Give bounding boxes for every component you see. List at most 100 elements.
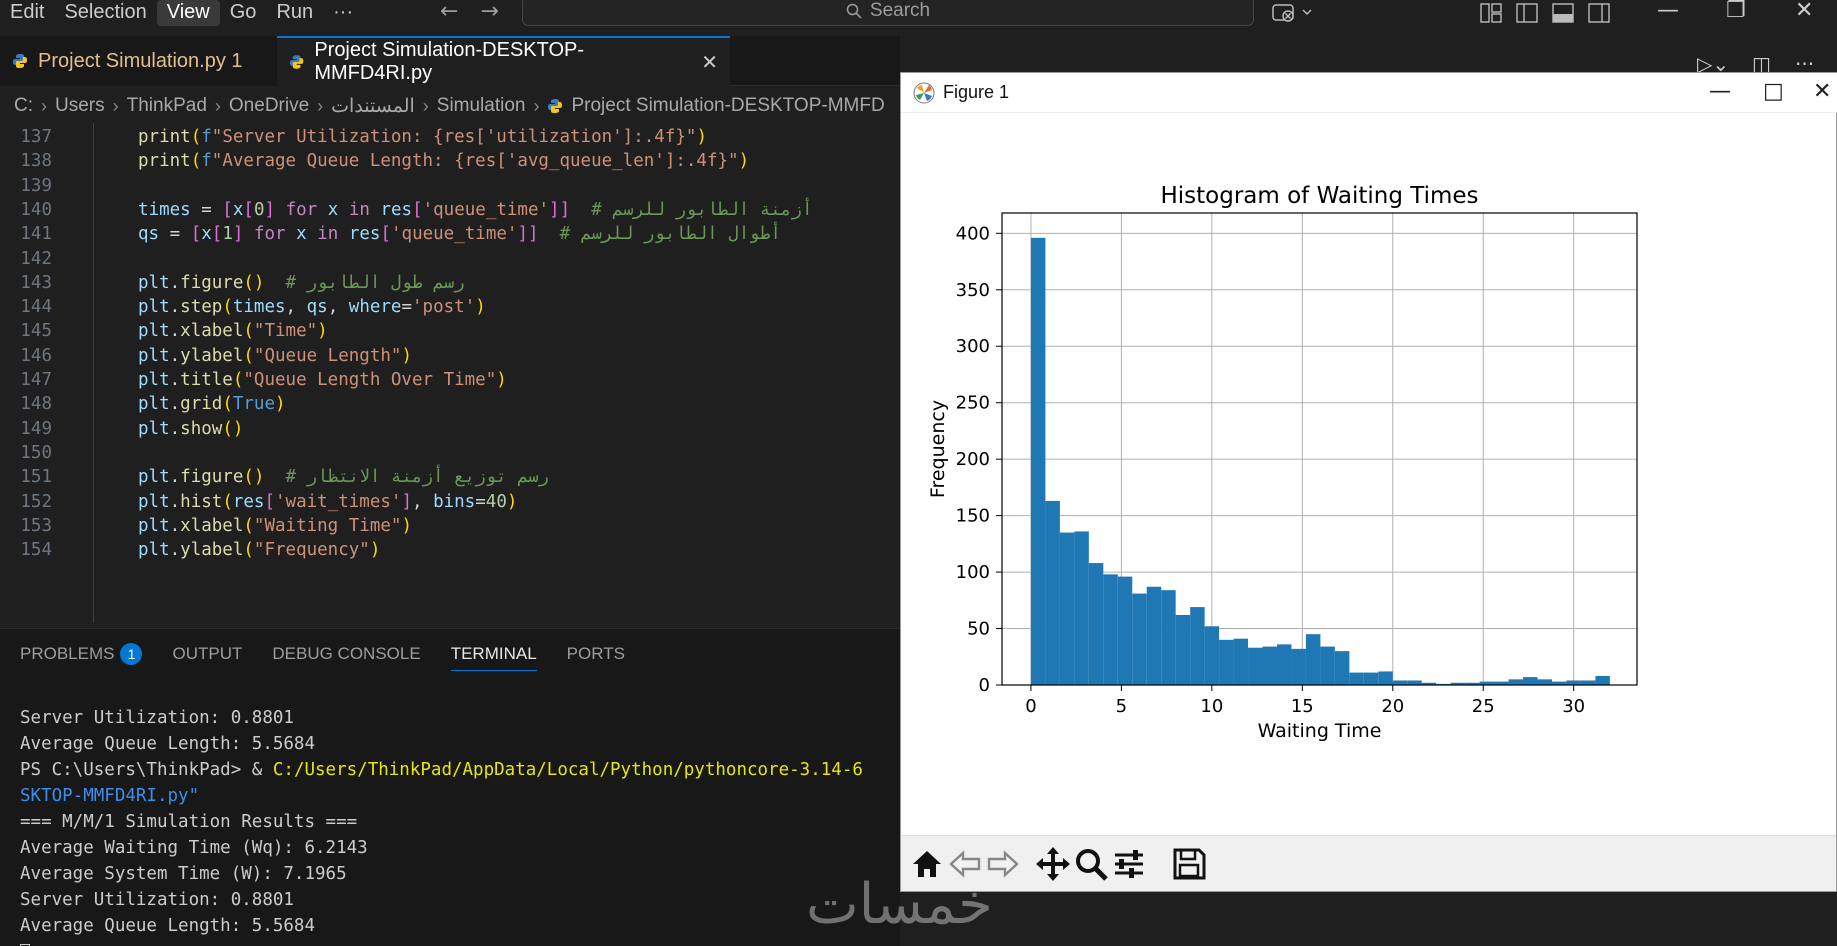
menu-selection[interactable]: Selection <box>54 0 156 26</box>
chevron-right-icon: › <box>214 95 221 116</box>
y-tick-label: 50 <box>967 619 990 640</box>
restore-icon[interactable]: ❐ <box>1726 0 1746 22</box>
terminal-line: SKTOP-MMFD4RI.py" <box>20 786 200 806</box>
toggle-panel-icon[interactable] <box>1552 3 1574 23</box>
y-tick-label: 250 <box>956 393 990 414</box>
toggle-sidebar-icon[interactable] <box>1516 3 1538 23</box>
histogram-bar <box>1349 672 1364 685</box>
configure-icon[interactable] <box>1109 844 1149 884</box>
figure-minimize-icon[interactable]: — <box>1709 79 1731 104</box>
chevron-right-icon: › <box>41 95 47 116</box>
figure-title-bar: Figure 1 — □ ✕ <box>901 73 1837 113</box>
terminal-line: Average Queue Length: 5.5684 <box>20 916 316 936</box>
bottom-panel: PROBLEMS 1 OUTPUT DEBUG CONSOLE TERMINAL … <box>0 628 900 946</box>
breadcrumb-users[interactable]: Users <box>55 95 105 117</box>
line-code: plt.ylabel("Frequency") <box>138 540 381 561</box>
menu-run[interactable]: Run <box>266 0 323 26</box>
menu-view[interactable]: View <box>156 0 220 26</box>
x-tick-label: 10 <box>1200 696 1223 717</box>
histogram-bar <box>1117 576 1133 685</box>
breadcrumb-onedrive[interactable]: OneDrive <box>229 95 309 117</box>
histogram-bar <box>1276 644 1292 685</box>
tab-debug-console[interactable]: DEBUG CONSOLE <box>272 643 420 671</box>
terminal-cursor-line <box>20 939 863 946</box>
y-tick-label: 200 <box>956 449 990 470</box>
histogram-bar <box>1291 648 1306 685</box>
pan-icon[interactable] <box>1033 844 1073 884</box>
problems-count-badge: 1 <box>120 643 143 665</box>
search-input[interactable]: Search <box>522 0 1254 26</box>
tab-terminal[interactable]: TERMINAL <box>450 643 537 671</box>
histogram-chart[interactable]: 0 5 10 15 20 25 30050100150200250300350400 His… <box>901 114 1836 814</box>
histogram-bar <box>1219 639 1234 685</box>
terminal-command: C:/Users/ThinkPad/AppData/Local/Python/p… <box>272 760 863 780</box>
y-tick-label: 150 <box>956 506 990 527</box>
matplotlib-logo-icon <box>913 82 935 104</box>
breadcrumb-thinkpad[interactable]: ThinkPad <box>127 95 207 117</box>
back-icon[interactable] <box>945 844 985 884</box>
terminal-output[interactable]: Server Utilization: 0.8801 Average Queue… <box>20 705 863 946</box>
menu-more[interactable]: ··· <box>323 0 363 26</box>
customize-layout-icon[interactable] <box>1480 3 1502 23</box>
forward-icon[interactable] <box>983 844 1023 884</box>
search-placeholder: Search <box>869 0 931 21</box>
histogram-bar <box>1566 680 1581 685</box>
code-editor[interactable]: 137 print(f"Server Utilization: {res['uti… <box>0 123 900 623</box>
menu-edit[interactable]: Edit <box>0 0 54 26</box>
menu-go[interactable]: Go <box>220 0 267 26</box>
line-number: 154 <box>20 540 52 561</box>
close-icon[interactable]: ✕ <box>1795 0 1813 22</box>
zoom-icon[interactable] <box>1071 844 1111 884</box>
chart-title: Histogram of Waiting Times <box>1160 183 1478 209</box>
breadcrumb-simulation[interactable]: Simulation <box>437 95 526 117</box>
y-tick-label: 0 <box>979 675 990 696</box>
minimize-icon[interactable]: — <box>1657 0 1679 22</box>
forward-arrow-icon[interactable]: → <box>480 0 498 24</box>
chevron-right-icon: › <box>422 95 429 116</box>
figure-close-icon[interactable]: ✕ <box>1813 79 1831 104</box>
breadcrumb-file[interactable]: Project Simulation-DESKTOP-MMFD <box>571 95 884 117</box>
tab-project-simulation[interactable]: Project Simulation.py 1 <box>0 36 277 86</box>
histogram-bar <box>1132 593 1147 685</box>
breadcrumb: C: › Users › ThinkPad › OneDrive › المست… <box>0 92 900 120</box>
toggle-secondary-sidebar-icon[interactable] <box>1588 3 1610 23</box>
copilot-icon[interactable] <box>1272 0 1316 26</box>
python-file-icon <box>13 54 27 68</box>
y-axis-label: Frequency <box>927 400 949 498</box>
back-arrow-icon[interactable]: ← <box>440 0 458 24</box>
breadcrumb-drive[interactable]: C: <box>14 95 33 117</box>
save-icon[interactable] <box>1169 844 1209 884</box>
figure-window-title: Figure 1 <box>943 82 1010 102</box>
histogram-bar <box>1103 574 1118 685</box>
figure-maximize-icon[interactable]: □ <box>1763 79 1784 104</box>
tab-project-simulation-desktop[interactable]: Project Simulation-DESKTOP-MMFD4RI.py ✕ <box>277 36 730 86</box>
chart-bars <box>1030 237 1610 685</box>
terminal-line: === M/M/1 Simulation Results === <box>20 812 358 832</box>
python-file-icon <box>289 55 304 69</box>
histogram-bar <box>1595 675 1610 685</box>
breadcrumb-documents[interactable]: المستندات <box>331 95 415 118</box>
terminal-line: Server Utilization: 0.8801 <box>20 890 294 910</box>
x-tick-label: 25 <box>1472 696 1495 717</box>
histogram-bar <box>1088 563 1104 685</box>
tab-problems-label: PROBLEMS <box>20 644 115 663</box>
tab-problems[interactable]: PROBLEMS 1 <box>20 643 143 671</box>
y-tick-label: 100 <box>956 562 990 583</box>
nav-arrows: ← → <box>440 0 499 24</box>
y-tick-label: 350 <box>956 280 990 301</box>
menu-bar: Edit Selection View Go Run ··· <box>0 0 363 26</box>
code-line[interactable]: 154 plt.ylabel("Frequency") <box>0 536 900 564</box>
chevron-right-icon: › <box>112 95 119 116</box>
tab-output[interactable]: OUTPUT <box>172 643 242 671</box>
home-icon[interactable] <box>907 844 947 884</box>
histogram-bar <box>1262 646 1277 685</box>
histogram-bar <box>1392 680 1408 685</box>
histogram-bar <box>1161 590 1176 685</box>
tab-close-icon[interactable]: ✕ <box>701 50 718 75</box>
terminal-prompt: PS C:\Users\ThinkPad> & <box>20 760 273 780</box>
layout-controls <box>1480 0 1610 26</box>
tab-ports[interactable]: PORTS <box>567 643 625 671</box>
histogram-bar <box>1537 679 1552 685</box>
histogram-bar <box>1580 680 1596 685</box>
figure-window: Figure 1 — □ ✕ 0 5 10 15 20 25 30 0 50 100 150 200 2… <box>900 72 1837 892</box>
